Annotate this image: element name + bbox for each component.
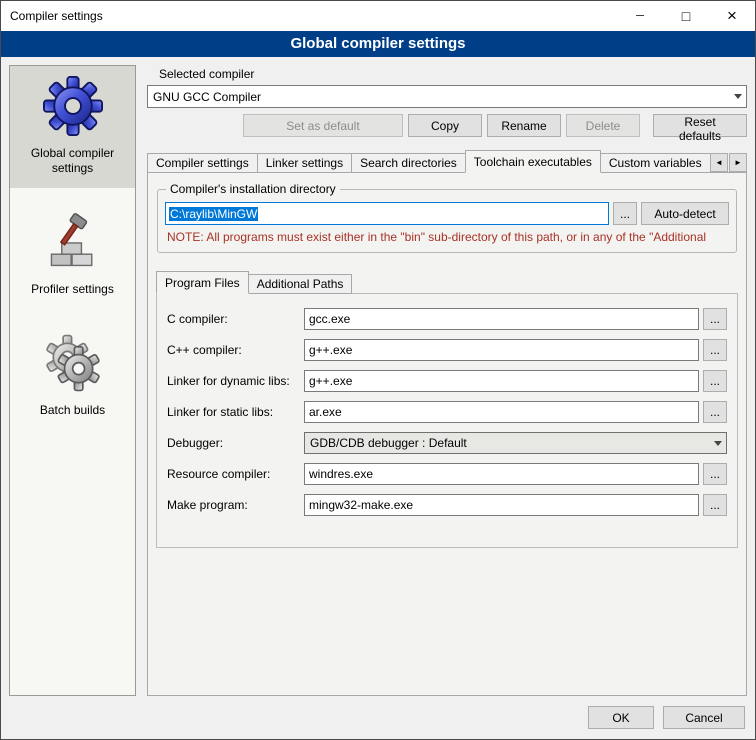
autodetect-button[interactable]: Auto-detect <box>641 202 729 225</box>
field-row-dynamic-linker: Linker for dynamic libs: ... <box>167 370 727 392</box>
toolchain-executables-page: Compiler's installation directory C:\ray… <box>147 172 747 696</box>
cpp-compiler-browse-button[interactable]: ... <box>703 339 727 361</box>
field-label: Linker for static libs: <box>167 405 304 419</box>
c-compiler-browse-button[interactable]: ... <box>703 308 727 330</box>
copy-button[interactable]: Copy <box>408 114 482 137</box>
cancel-button[interactable]: Cancel <box>663 706 745 729</box>
field-label: Debugger: <box>167 436 304 450</box>
resource-compiler-input[interactable] <box>304 463 699 485</box>
tab-toolchain-executables[interactable]: Toolchain executables <box>465 150 601 173</box>
install-dir-value: C:\raylib\MinGW <box>169 207 258 221</box>
minimize-button[interactable]: ─ <box>617 1 663 31</box>
tab-scroll-arrows: ◄ ► <box>710 153 747 172</box>
sidebar-item-label: Global compiler settings <box>14 146 131 176</box>
inner-tabbar: Program Files Additional Paths <box>156 271 738 294</box>
field-row-resource-compiler: Resource compiler: ... <box>167 463 727 485</box>
close-button[interactable]: × <box>709 1 755 31</box>
tab-scroll-left-icon[interactable]: ◄ <box>710 153 728 172</box>
dialog-banner-title: Global compiler settings <box>1 31 755 57</box>
static-linker-browse-button[interactable]: ... <box>703 401 727 423</box>
make-program-browse-button[interactable]: ... <box>703 494 727 516</box>
settings-tabbar: Compiler settings Linker settings Search… <box>147 150 747 173</box>
tab-compiler-settings[interactable]: Compiler settings <box>147 153 258 173</box>
field-row-static-linker: Linker for static libs: ... <box>167 401 727 423</box>
window-title: Compiler settings <box>1 9 103 23</box>
field-row-cpp-compiler: C++ compiler: ... <box>167 339 727 361</box>
window-controls: ─ □ × <box>617 1 755 31</box>
settings-sidebar: Global compiler settings <box>9 65 136 696</box>
program-files-tab-control: Program Files Additional Paths C compile… <box>156 271 738 548</box>
ok-button[interactable]: OK <box>588 706 654 729</box>
install-dir-input[interactable]: C:\raylib\MinGW <box>165 202 609 225</box>
note-text: NOTE: All programs must exist either in … <box>167 230 727 244</box>
installation-directory-title: Compiler's installation directory <box>166 182 340 196</box>
selected-compiler-select[interactable]: GNU GCC Compiler <box>147 85 747 108</box>
tab-linker-settings[interactable]: Linker settings <box>257 153 352 173</box>
program-files-page: C compiler: ... C++ compiler: ... Linker… <box>156 293 738 548</box>
field-label: Make program: <box>167 498 304 512</box>
selected-compiler-label: Selected compiler <box>159 67 747 81</box>
cpp-compiler-input[interactable] <box>304 339 699 361</box>
selected-compiler-value: GNU GCC Compiler <box>153 90 729 104</box>
debugger-value: GDB/CDB debugger : Default <box>310 436 709 450</box>
delete-button[interactable]: Delete <box>566 114 640 137</box>
reset-defaults-button[interactable]: Reset defaults <box>653 114 747 137</box>
rename-button[interactable]: Rename <box>487 114 561 137</box>
sidebar-item-global-compiler-settings[interactable]: Global compiler settings <box>10 66 135 188</box>
compiler-buttons-row: Set as default Copy Rename Delete Reset … <box>147 114 747 137</box>
field-row-c-compiler: C compiler: ... <box>167 308 727 330</box>
field-label: Resource compiler: <box>167 467 304 481</box>
tab-program-files[interactable]: Program Files <box>156 271 249 294</box>
field-label: Linker for dynamic libs: <box>167 374 304 388</box>
c-compiler-input[interactable] <box>304 308 699 330</box>
profiler-icon <box>43 212 103 272</box>
install-dir-browse-button[interactable]: ... <box>613 202 637 225</box>
tab-search-directories[interactable]: Search directories <box>351 153 466 173</box>
sidebar-item-batch-builds[interactable]: Batch builds <box>10 323 135 430</box>
field-row-make-program: Make program: ... <box>167 494 727 516</box>
tab-scroll-right-icon[interactable]: ► <box>729 153 747 172</box>
tab-additional-paths[interactable]: Additional Paths <box>248 274 353 294</box>
dialog-footer: OK Cancel <box>1 700 755 739</box>
sidebar-item-profiler-settings[interactable]: Profiler settings <box>10 202 135 309</box>
maximize-button[interactable]: □ <box>663 1 709 31</box>
installation-directory-row: C:\raylib\MinGW ... Auto-detect <box>165 202 729 225</box>
tab-custom-variables[interactable]: Custom variables <box>600 153 711 173</box>
field-label: C++ compiler: <box>167 343 304 357</box>
compiler-settings-dialog: Compiler settings ─ □ × Global compiler … <box>0 0 756 740</box>
sidebar-item-label: Profiler settings <box>31 282 114 297</box>
field-row-debugger: Debugger: GDB/CDB debugger : Default <box>167 432 727 454</box>
batch-builds-icon <box>43 333 103 393</box>
sidebar-item-label: Batch builds <box>40 403 105 418</box>
dynamic-linker-browse-button[interactable]: ... <box>703 370 727 392</box>
chevron-down-icon <box>709 433 726 453</box>
set-as-default-button[interactable]: Set as default <box>243 114 403 137</box>
resource-compiler-browse-button[interactable]: ... <box>703 463 727 485</box>
field-label: C compiler: <box>167 312 304 326</box>
debugger-select[interactable]: GDB/CDB debugger : Default <box>304 432 727 454</box>
chevron-down-icon <box>729 86 746 107</box>
dynamic-linker-input[interactable] <box>304 370 699 392</box>
installation-directory-groupbox: Compiler's installation directory C:\ray… <box>157 189 737 253</box>
titlebar[interactable]: Compiler settings ─ □ × <box>1 1 755 31</box>
make-program-input[interactable] <box>304 494 699 516</box>
blue-gear-icon <box>43 76 103 136</box>
main-panel: Selected compiler GNU GCC Compiler Set a… <box>147 65 747 696</box>
static-linker-input[interactable] <box>304 401 699 423</box>
dialog-content: Global compiler settings <box>1 57 755 700</box>
